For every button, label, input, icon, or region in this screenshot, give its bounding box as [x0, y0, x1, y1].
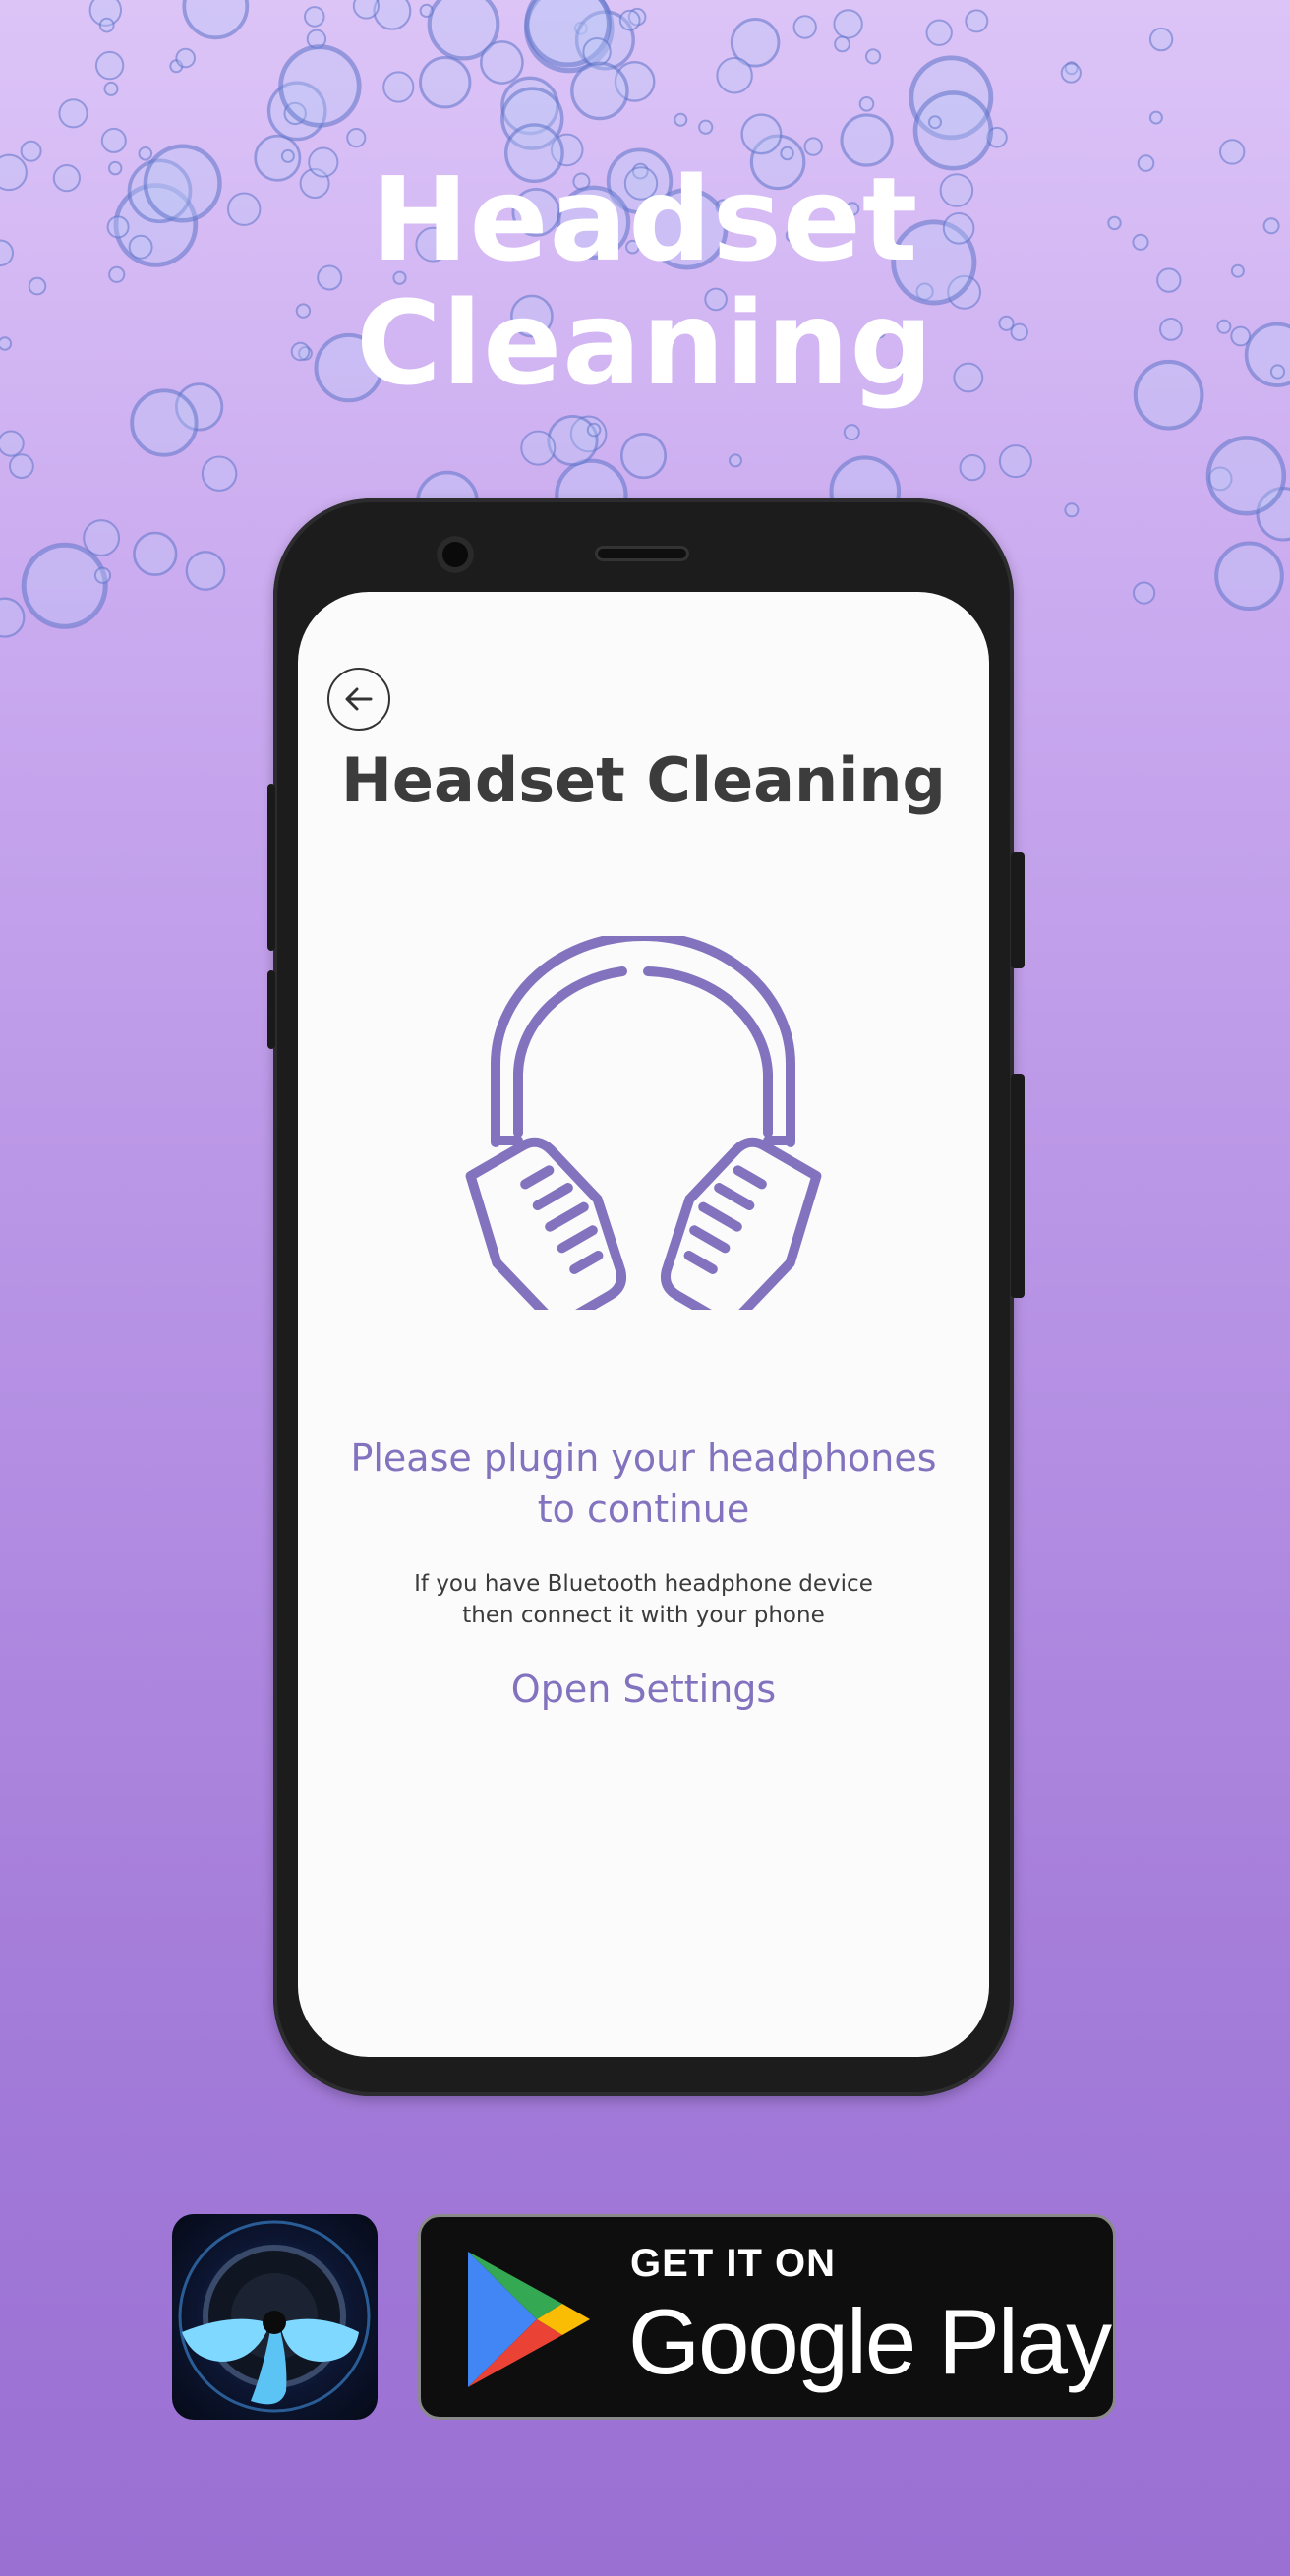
water-bubble: [586, 422, 602, 438]
water-bubble: [928, 115, 942, 130]
hero-title-line2: Cleaning: [356, 275, 934, 411]
phone-mockup: Headset Cleaning Please plugin your head…: [267, 498, 1025, 2096]
water-bubble: [58, 98, 88, 129]
app-screen: Headset Cleaning Please plugin your head…: [298, 592, 989, 2057]
water-bubble: [618, 9, 641, 31]
water-bubble: [998, 444, 1032, 479]
water-bubble: [21, 542, 108, 629]
water-bubble: [0, 597, 26, 638]
water-bubble: [698, 119, 714, 135]
water-bubble: [1064, 502, 1080, 518]
water-bubble: [1214, 541, 1284, 612]
water-bubble: [570, 61, 629, 121]
earpiece-speaker: [595, 546, 689, 561]
water-bubble: [0, 430, 25, 457]
water-bubble: [373, 0, 412, 30]
water-bubble: [352, 0, 380, 20]
water-bubble: [1205, 436, 1287, 516]
water-bubble: [185, 551, 226, 591]
water-bubble: [1133, 581, 1156, 605]
water-bubble: [619, 433, 668, 480]
water-bubble: [834, 35, 850, 53]
water-bubble: [716, 56, 753, 94]
front-camera: [437, 536, 474, 573]
plugin-prompt: Please plugin your headphones to continu…: [337, 1433, 950, 1535]
water-bubble: [1060, 62, 1082, 84]
water-bubble: [182, 0, 250, 40]
google-play-logo-icon: [468, 2252, 590, 2387]
water-bubble: [833, 9, 863, 39]
water-bubble: [419, 55, 472, 109]
water-bubble: [858, 96, 875, 112]
phone-volume-button: [1011, 1074, 1025, 1298]
back-button[interactable]: [327, 668, 390, 731]
water-bubble: [925, 19, 953, 46]
google-play-badge[interactable]: GET IT ON Google Play: [418, 2214, 1116, 2420]
water-bubble: [175, 47, 196, 69]
water-bubble: [103, 81, 119, 96]
bluetooth-hint: If you have Bluetooth headphone device t…: [357, 1568, 930, 1631]
water-bubble: [865, 48, 882, 65]
water-bubble: [582, 37, 612, 67]
water-bubble: [98, 17, 115, 33]
water-bubble: [419, 3, 434, 18]
plugin-prompt-line2: to continue: [537, 1488, 750, 1531]
water-bubble: [93, 566, 112, 584]
water-bubble: [547, 414, 599, 467]
water-bubble: [304, 6, 325, 28]
phone-power-button: [1011, 852, 1025, 968]
water-bubble: [9, 453, 34, 480]
water-bubble: [792, 15, 817, 39]
water-bubble: [740, 113, 783, 155]
water-bubble: [201, 455, 238, 492]
hero-title: Headset Cleaning: [0, 157, 1290, 405]
badge-google-play: Google Play: [628, 2290, 1112, 2393]
water-bubble: [843, 424, 860, 441]
water-bubble: [278, 44, 362, 128]
water-bubble: [520, 430, 557, 466]
plugin-prompt-line1: Please plugin your headphones: [350, 1436, 937, 1480]
water-bubble: [729, 453, 742, 468]
bluetooth-hint-line1: If you have Bluetooth headphone device: [414, 1571, 873, 1597]
bluetooth-hint-line2: then connect it with your phone: [462, 1603, 825, 1628]
phone-left-button-bottom: [267, 970, 275, 1049]
open-settings-link[interactable]: Open Settings: [475, 1664, 812, 1715]
water-bubble: [959, 454, 986, 482]
water-bubble: [346, 128, 367, 148]
arrow-left-icon: [345, 687, 373, 711]
hero-title-line1: Headset: [371, 151, 919, 287]
water-bubble: [1148, 110, 1163, 125]
screen-title: Headset Cleaning: [341, 744, 946, 816]
app-icon[interactable]: [172, 2214, 378, 2420]
water-bubble: [382, 71, 415, 103]
speaker-fan-icon: [178, 2220, 371, 2413]
water-bubble: [674, 112, 688, 127]
phone-left-button-top: [267, 784, 275, 951]
headphones-icon: [465, 936, 822, 1310]
badge-get-it-on: GET IT ON: [630, 2242, 836, 2285]
water-bubble: [480, 40, 524, 85]
water-bubble: [94, 50, 125, 81]
water-bubble: [100, 127, 127, 153]
water-bubble: [1148, 27, 1174, 52]
water-bubble: [965, 9, 989, 33]
water-bubble: [133, 531, 178, 576]
